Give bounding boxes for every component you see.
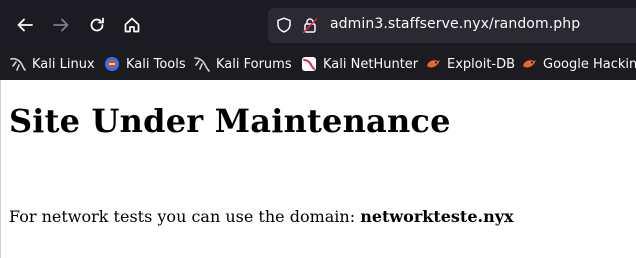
- bookmark-label: Google Hacking: [543, 56, 636, 72]
- network-test-message: For network tests you can use the domain…: [9, 207, 514, 226]
- browser-chrome: admin3.staffserve.nyx/random.php Kali Li…: [0, 0, 636, 80]
- bookmark-label: Kali Tools: [126, 56, 186, 72]
- page-title: Site Under Maintenance: [9, 102, 451, 140]
- home-icon: [124, 17, 140, 33]
- forward-arrow-icon: [53, 18, 69, 32]
- bookmark-label: Kali Forums: [216, 56, 292, 72]
- address-bar[interactable]: admin3.staffserve.nyx/random.php: [268, 8, 636, 43]
- bookmark-kali-forums[interactable]: Kali Forums: [194, 54, 292, 74]
- page-content: Site Under Maintenance For network tests…: [0, 80, 636, 258]
- google-hacking-icon: [521, 56, 537, 72]
- bookmark-kali-linux[interactable]: Kali Linux: [10, 54, 95, 74]
- insecure-connection-lock-icon[interactable]: [302, 17, 318, 38]
- bookmark-exploit-db[interactable]: Exploit-DB: [425, 54, 515, 74]
- kali-nethunter-icon: [301, 56, 317, 72]
- back-button[interactable]: [12, 12, 38, 38]
- network-test-domain: networkteste.nyx: [360, 207, 514, 226]
- bookmark-kali-nethunter[interactable]: Kali NetHunter: [301, 54, 418, 74]
- url-host: admin3.staffserve.nyx: [330, 16, 489, 32]
- reload-icon: [90, 17, 104, 32]
- bookmark-label: Kali Linux: [32, 56, 95, 72]
- bookmark-label: Kali NetHunter: [323, 56, 419, 72]
- kali-forums-icon: [194, 56, 210, 72]
- tracking-protection-shield-icon[interactable]: [276, 17, 292, 37]
- forward-button[interactable]: [48, 12, 74, 38]
- url-path: /random.php: [489, 16, 581, 32]
- bookmark-label: Exploit-DB: [447, 56, 516, 72]
- back-arrow-icon: [17, 18, 33, 32]
- url-text[interactable]: admin3.staffserve.nyx/random.php: [330, 16, 580, 32]
- kali-tools-icon: [104, 56, 120, 72]
- exploit-db-icon: [425, 56, 441, 72]
- kali-linux-icon: [10, 56, 26, 72]
- bookmark-kali-tools[interactable]: Kali Tools: [104, 54, 186, 74]
- home-button[interactable]: [119, 12, 145, 38]
- bookmark-google-hacking[interactable]: Google Hacking: [521, 54, 636, 74]
- navigation-toolbar: admin3.staffserve.nyx/random.php: [0, 0, 636, 48]
- message-text: For network tests you can use the domain…: [9, 207, 361, 226]
- bookmarks-toolbar: Kali Linux Kali Tools Kali Forums Kali N…: [0, 48, 636, 80]
- reload-button[interactable]: [84, 12, 110, 38]
